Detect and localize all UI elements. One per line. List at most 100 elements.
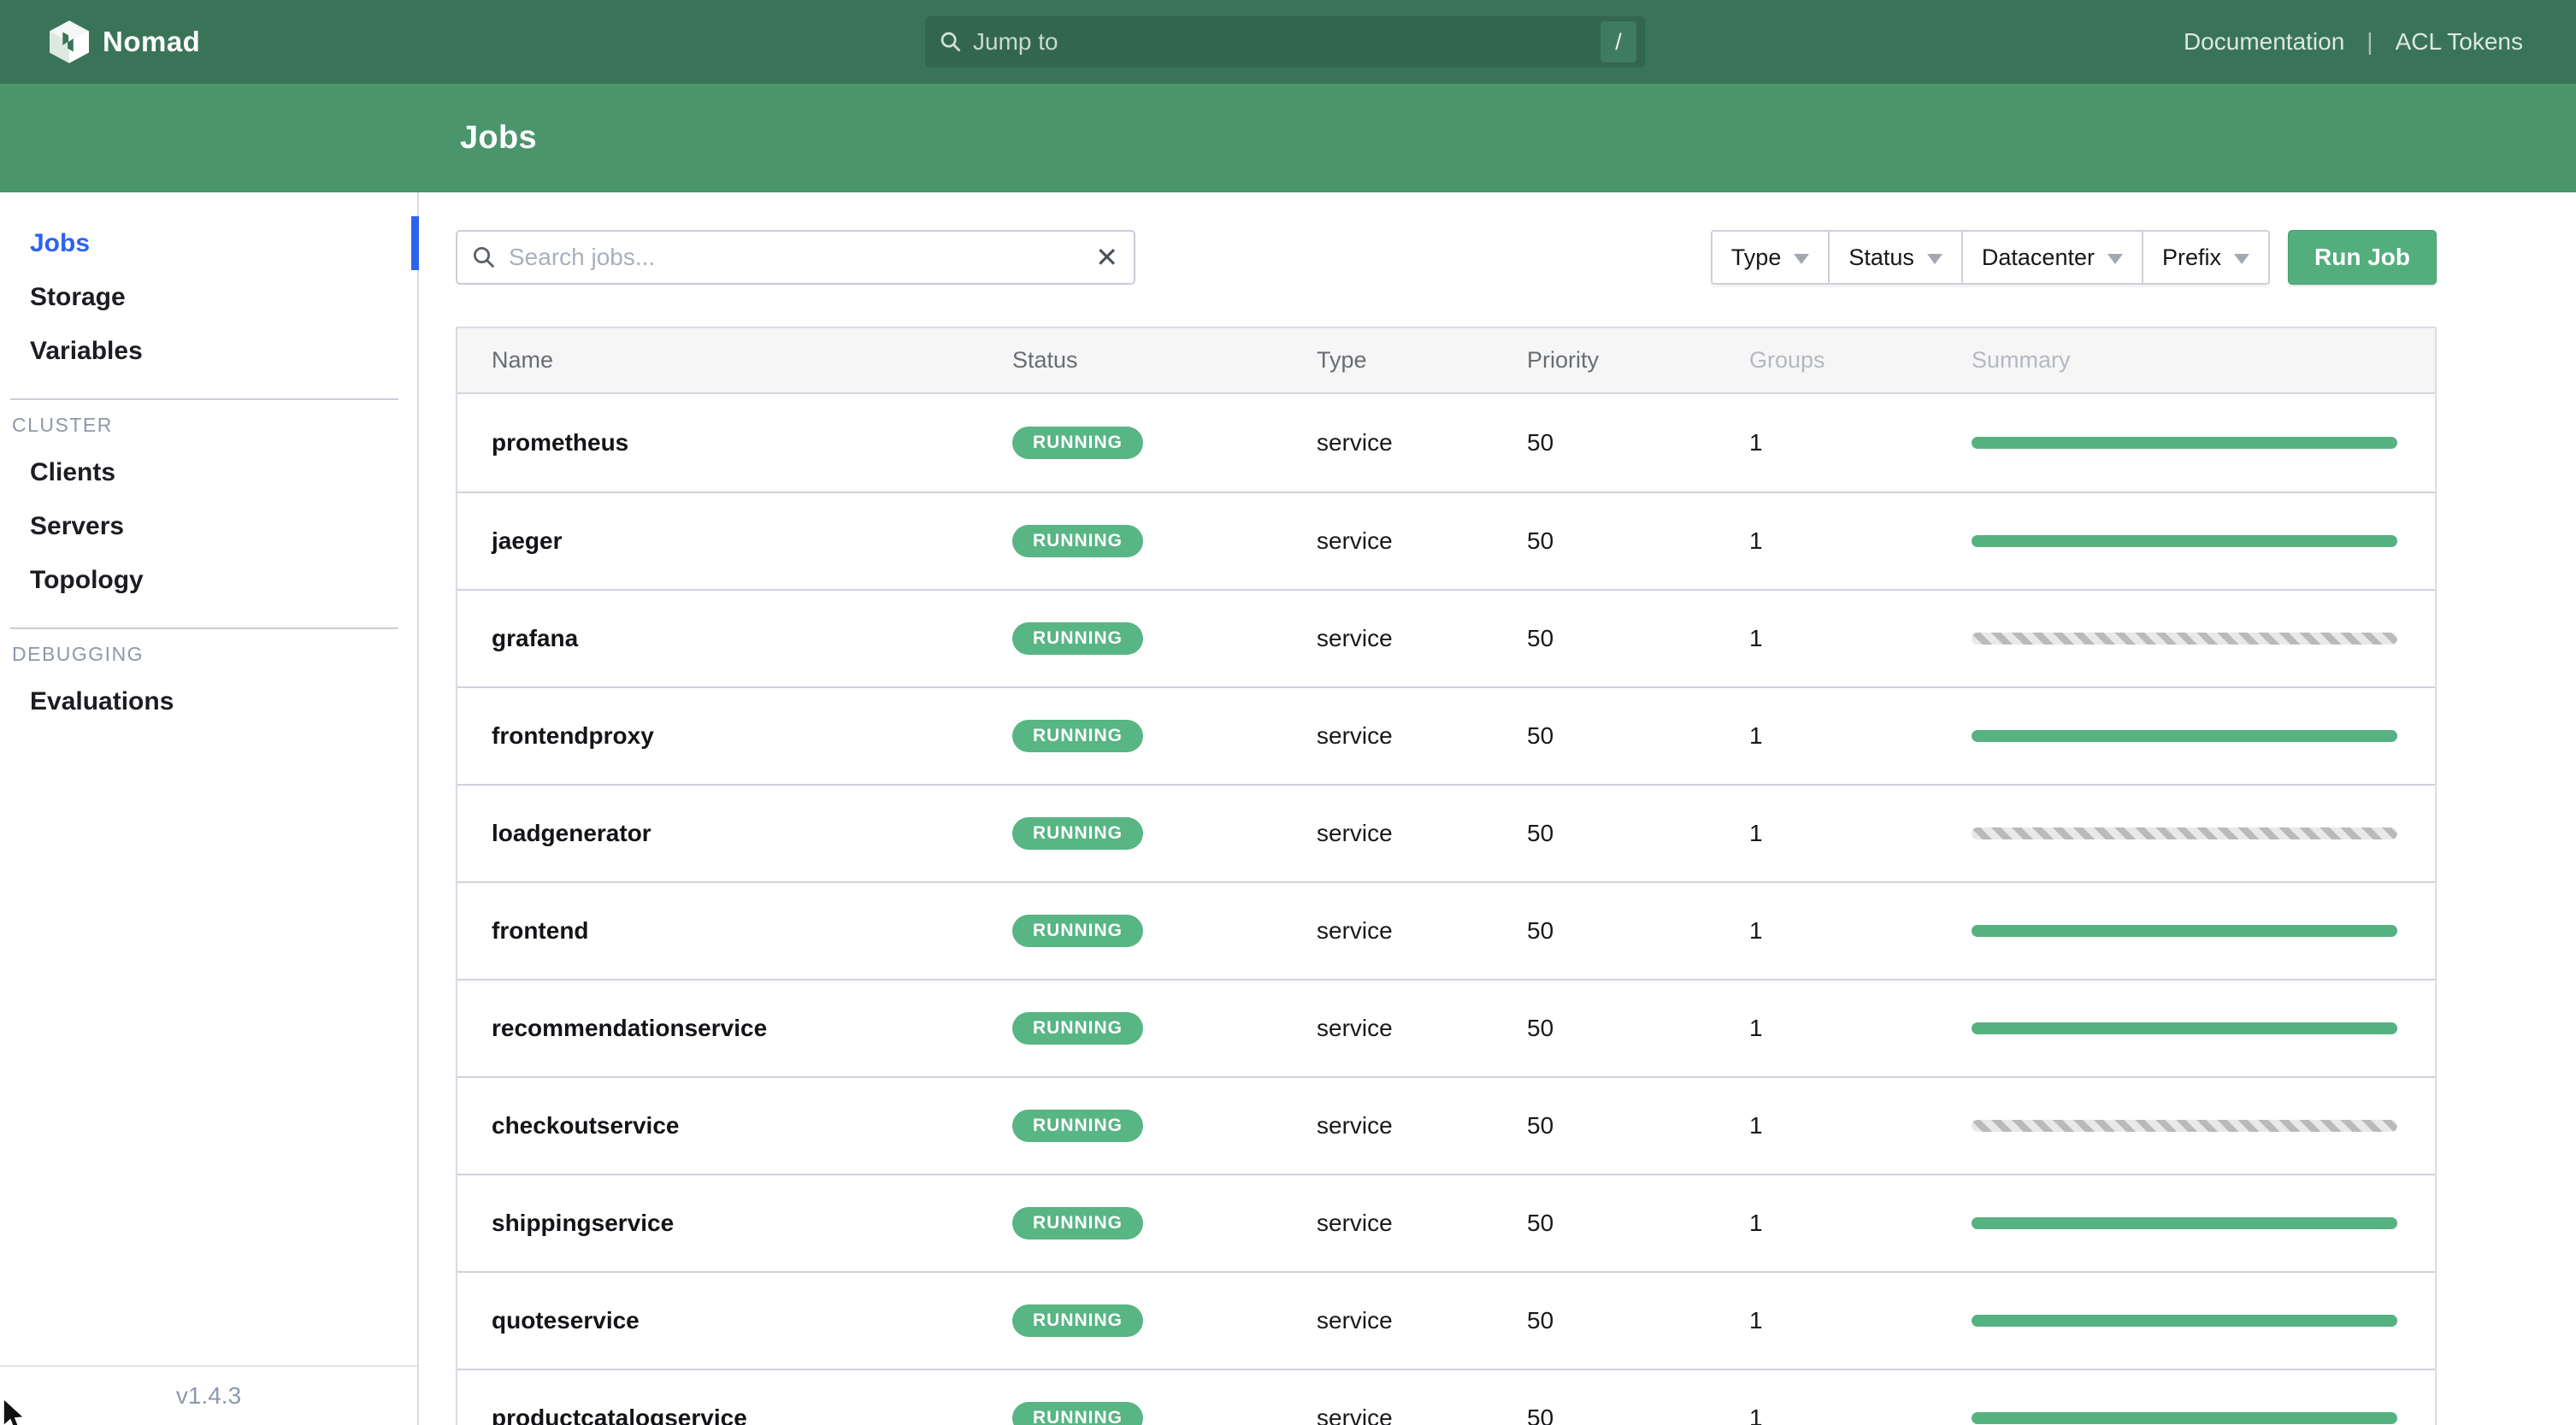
table-row[interactable]: quoteservice RUNNING service 50 1 (457, 1271, 2435, 1369)
job-status-cell: RUNNING (1012, 1402, 1317, 1425)
table-row[interactable]: recommendationservice RUNNING service 50 1 (457, 979, 2435, 1076)
job-name-cell: recommendationservice (457, 1015, 1012, 1042)
jump-to-search[interactable]: Jump to / (925, 16, 1645, 68)
column-header-status[interactable]: Status (1012, 347, 1317, 374)
nomad-brand: Nomad (50, 21, 200, 63)
job-type-cell: service (1317, 820, 1393, 846)
job-summary-cell (1972, 1217, 2435, 1229)
job-summary-cell (1972, 1120, 2435, 1132)
column-header-type[interactable]: Type (1317, 347, 1527, 374)
sidebar-item-clients[interactable]: Clients (0, 445, 417, 499)
nomad-logo-icon (50, 21, 89, 63)
job-groups-cell: 1 (1749, 1404, 1763, 1425)
job-name-cell: checkoutservice (457, 1112, 1012, 1139)
column-header-priority[interactable]: Priority (1527, 347, 1749, 374)
summary-bar (1972, 730, 2397, 742)
job-name-cell: jaeger (457, 527, 1012, 555)
job-name-cell: frontendproxy (457, 722, 1012, 750)
table-row[interactable]: grafana RUNNING service 50 1 (457, 589, 2435, 686)
table-row[interactable]: shippingservice RUNNING service 50 1 (457, 1174, 2435, 1271)
table-row[interactable]: productcatalogservice RUNNING service 50 1 (457, 1369, 2435, 1425)
table-row[interactable]: frontend RUNNING service 50 1 (457, 881, 2435, 979)
run-job-button[interactable]: Run Job (2288, 230, 2437, 285)
filter-dropdown-prefix[interactable]: Prefix (2143, 230, 2270, 285)
chevron-down-icon (1794, 253, 1810, 264)
nav-links-divider: | (2367, 28, 2373, 55)
sidebar-item-topology[interactable]: Topology (0, 553, 417, 607)
filter-dropdown-type[interactable]: Type (1710, 230, 1830, 285)
search-icon (940, 32, 961, 52)
column-header-name[interactable]: Name (457, 347, 1012, 374)
summary-bar (1972, 1412, 2397, 1424)
status-badge: RUNNING (1012, 817, 1143, 850)
job-name-cell: grafana (457, 625, 1012, 652)
filter-label: Datacenter (1981, 244, 2095, 270)
column-header-groups: Groups (1749, 347, 1825, 373)
top-nav: Nomad Jump to / Documentation | ACL Toke… (0, 0, 2576, 84)
job-name: frontend (492, 917, 589, 944)
close-icon: ✕ (1095, 242, 1118, 273)
job-name: frontendproxy (492, 722, 654, 749)
acl-tokens-link[interactable]: ACL Tokens (2396, 28, 2523, 56)
summary-bar (1972, 1217, 2397, 1229)
sidebar-item-storage[interactable]: Storage (0, 270, 417, 324)
search-jobs-box[interactable]: ✕ (456, 230, 1135, 285)
status-badge: RUNNING (1012, 720, 1143, 752)
page-header: Jobs (0, 84, 2576, 192)
table-row[interactable]: loadgenerator RUNNING service 50 1 (457, 784, 2435, 881)
job-type-cell: service (1317, 722, 1393, 749)
job-groups-cell: 1 (1749, 1307, 1763, 1334)
job-name: prometheus (492, 429, 629, 456)
chevron-down-icon (2107, 253, 2123, 264)
search-jobs-input[interactable] (509, 244, 1096, 271)
table-row[interactable]: checkoutservice RUNNING service 50 1 (457, 1076, 2435, 1174)
job-name-cell: productcatalogservice (457, 1404, 1012, 1425)
sidebar-divider (10, 627, 398, 629)
sidebar-item-evaluations[interactable]: Evaluations (0, 674, 417, 728)
job-priority-cell: 50 (1527, 1112, 1554, 1139)
job-type-cell: service (1317, 1112, 1393, 1139)
job-type-cell: service (1317, 1404, 1393, 1425)
filter-dropdown-datacenter[interactable]: Datacenter (1962, 230, 2143, 285)
job-status-cell: RUNNING (1012, 1012, 1317, 1045)
documentation-link[interactable]: Documentation (2184, 28, 2344, 56)
job-groups-cell: 1 (1749, 1015, 1763, 1041)
clear-search-button[interactable]: ✕ (1095, 244, 1118, 271)
job-name: checkoutservice (492, 1112, 680, 1139)
job-groups-cell: 1 (1749, 429, 1763, 456)
job-name: recommendationservice (492, 1015, 768, 1041)
filter-label: Type (1730, 244, 1782, 270)
column-header-summary: Summary (1972, 347, 2071, 373)
sidebar-item-variables[interactable]: Variables (0, 324, 417, 378)
job-groups-cell: 1 (1749, 527, 1763, 554)
table-row[interactable]: frontendproxy RUNNING service 50 1 (457, 686, 2435, 784)
sidebar-section-heading: CLUSTER (12, 414, 113, 436)
table-row[interactable]: jaeger RUNNING service 50 1 (457, 492, 2435, 589)
job-groups-cell: 1 (1749, 1210, 1763, 1236)
job-priority-cell: 50 (1527, 820, 1554, 846)
filter-dropdown-status[interactable]: Status (1830, 230, 1963, 285)
summary-bar (1972, 1022, 2397, 1034)
status-badge: RUNNING (1012, 1207, 1143, 1240)
job-name: jaeger (492, 527, 563, 554)
brand-name: Nomad (103, 26, 201, 57)
status-badge: RUNNING (1012, 525, 1143, 557)
job-name: shippingservice (492, 1210, 675, 1236)
filter-label: Status (1848, 244, 1914, 270)
job-type-cell: service (1317, 625, 1393, 651)
job-priority-cell: 50 (1527, 722, 1554, 749)
sidebar-item-servers[interactable]: Servers (0, 499, 417, 553)
status-badge: RUNNING (1012, 1304, 1143, 1337)
jobs-table: Name Status Type Priority Groups Summary prom… (456, 327, 2437, 1425)
job-status-cell: RUNNING (1012, 817, 1317, 850)
job-summary-cell (1972, 633, 2435, 645)
main-content: ✕ TypeStatusDatacenterPrefix Run Job Nam… (419, 192, 2576, 1425)
sidebar-section-list: Clients Servers Topology (0, 445, 417, 607)
table-row[interactable]: prometheus RUNNING service 50 1 (457, 394, 2435, 492)
chevron-down-icon (2234, 253, 2249, 264)
sidebar-item-jobs[interactable]: Jobs (0, 216, 419, 270)
summary-bar (1972, 1315, 2397, 1327)
job-priority-cell: 50 (1527, 429, 1554, 456)
job-type-cell: service (1317, 917, 1393, 944)
job-status-cell: RUNNING (1012, 1304, 1317, 1337)
